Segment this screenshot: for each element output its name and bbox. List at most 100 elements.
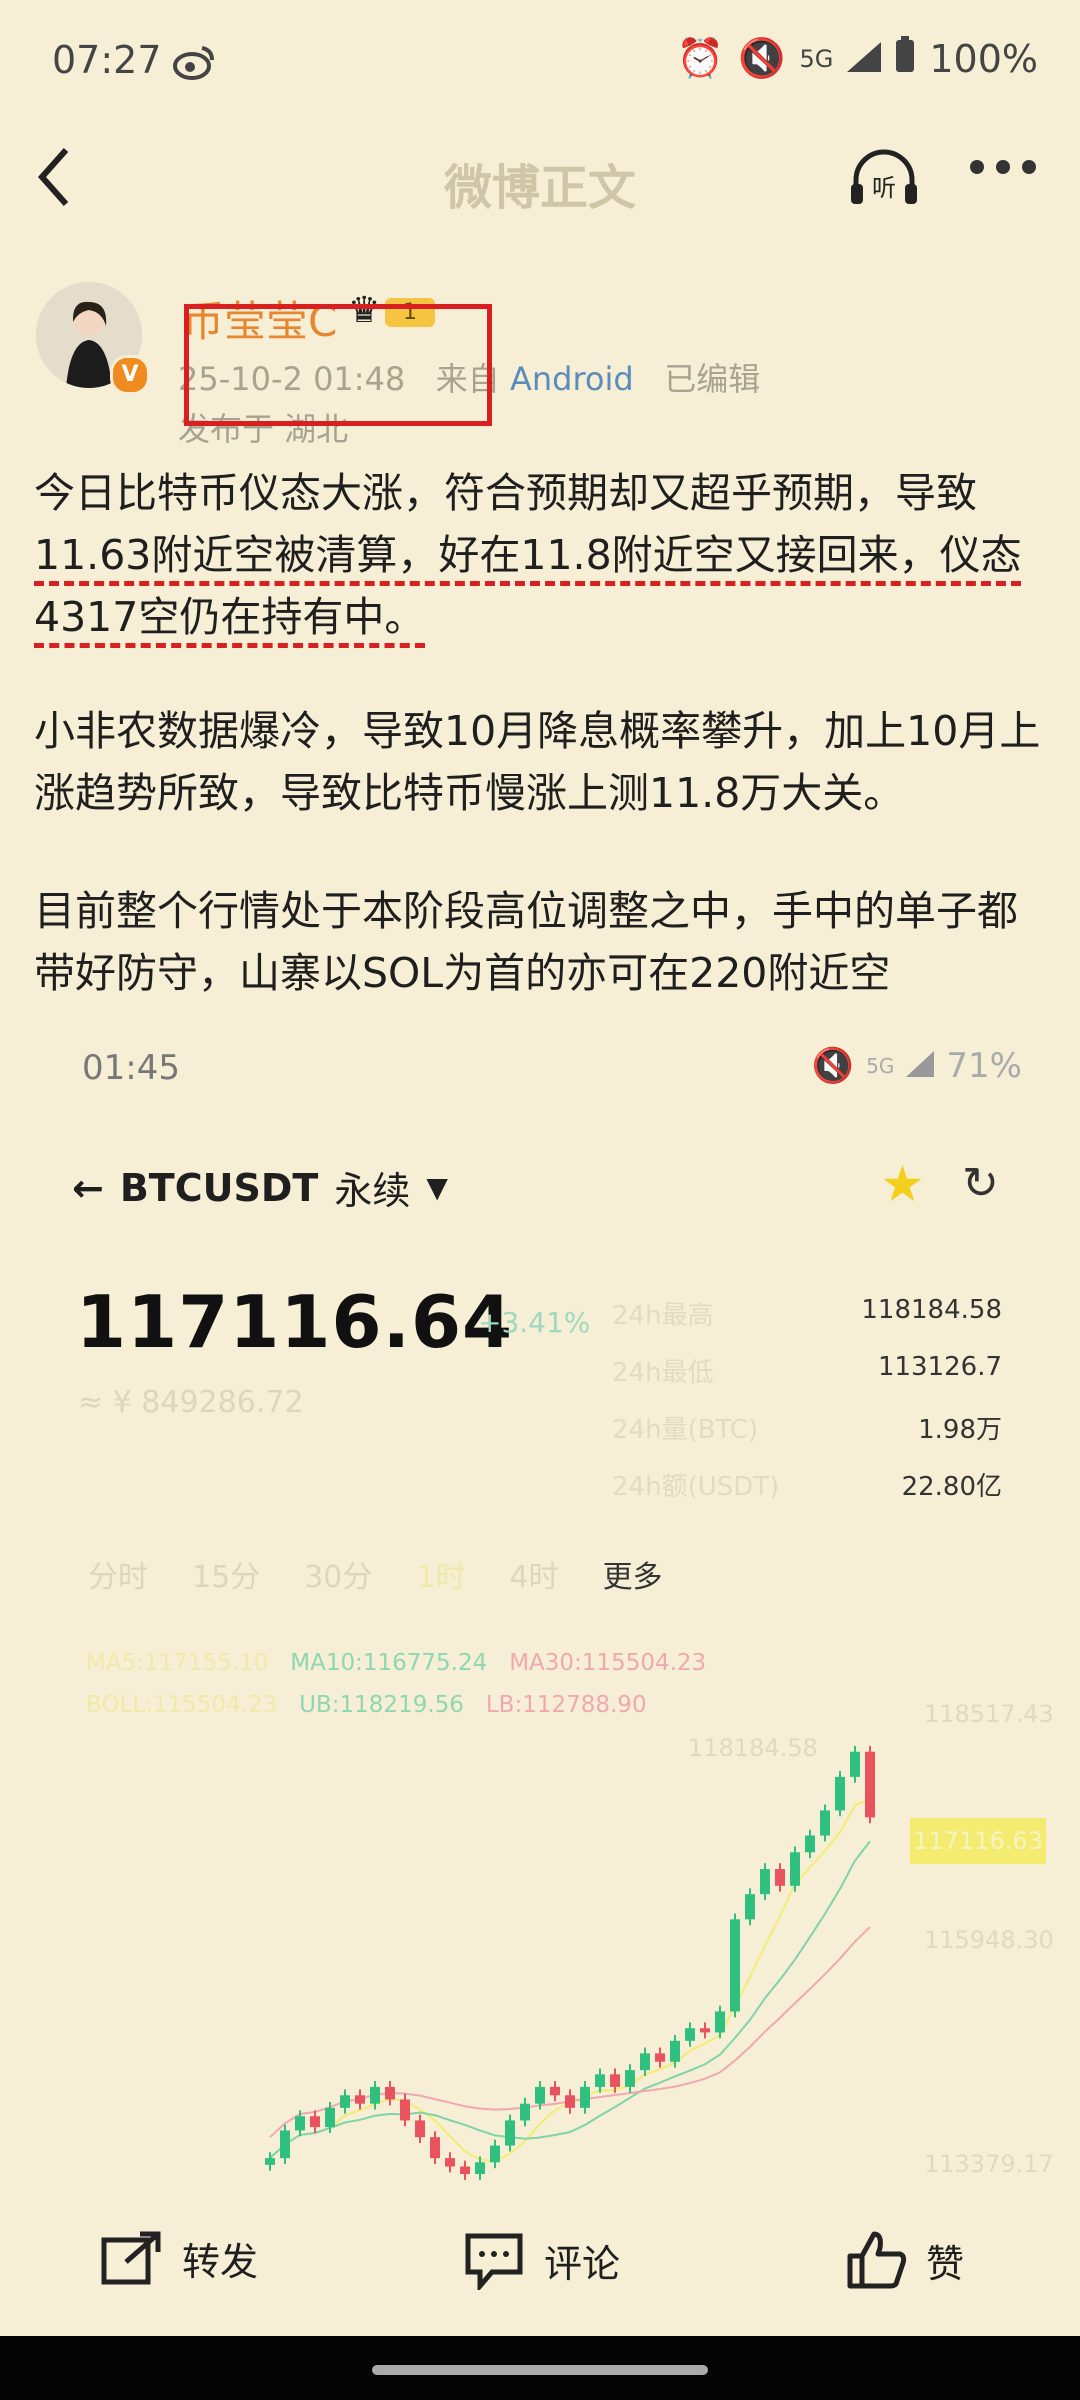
candle xyxy=(265,2158,275,2165)
embedded-status-icons: 🔇 5G 71% xyxy=(812,1046,1022,1086)
verified-badge: V xyxy=(110,355,150,395)
candle xyxy=(445,2158,455,2167)
embedded-status-time: 01:45 xyxy=(82,1048,180,1088)
candle xyxy=(730,1919,740,2012)
post-paragraph-3: 目前整个行情处于本阶段高位调整之中，手中的单子都带好防守，山寨以SOL为首的亦可… xyxy=(34,887,1018,997)
post-source[interactable]: Android xyxy=(510,360,634,398)
tab-4h: 4时 xyxy=(509,1560,559,1595)
candle xyxy=(745,1894,755,1920)
candle xyxy=(310,2116,320,2128)
candle xyxy=(295,2116,305,2131)
candle xyxy=(385,2086,395,2100)
embedded-battery-level: 71% xyxy=(946,1046,1022,1086)
candle xyxy=(565,2095,575,2108)
candle xyxy=(760,1869,770,1895)
tab-1h: 1时 xyxy=(416,1560,466,1595)
like-icon xyxy=(847,2231,907,2289)
candle xyxy=(505,2120,515,2146)
stat-row: 24h量(BTC) 1.98万 xyxy=(612,1415,1002,1445)
pair-header: ← BTCUSDT 永续 ▼ xyxy=(72,1160,448,1215)
candle xyxy=(820,1810,830,1836)
candle xyxy=(520,2103,530,2121)
pair-name: BTCUSDT xyxy=(119,1165,319,1210)
post-paragraph-2: 小非农数据爆冷，导致10月降息概率攀升，加上10月上涨趋势所致，导致比特币慢涨上… xyxy=(34,707,1041,817)
network-label: 5G xyxy=(799,44,834,73)
signal-icon xyxy=(847,37,882,81)
status-time: 07:27 xyxy=(52,38,162,82)
repost-icon xyxy=(101,2231,161,2285)
candle xyxy=(595,2074,605,2087)
pair-perp: 永续 xyxy=(334,1169,411,1213)
candle xyxy=(475,2162,485,2175)
comment-label: 评论 xyxy=(544,2241,621,2286)
edited-label[interactable]: 已编辑 xyxy=(664,360,760,398)
candle xyxy=(670,2040,680,2062)
candle xyxy=(805,1835,815,1853)
battery-level: 100% xyxy=(929,36,1038,81)
candle xyxy=(415,2120,425,2138)
market-stats: 24h最高 118184.58 24h最低 113126.7 24h量(BTC) 1.… xyxy=(612,1295,1002,1523)
candle xyxy=(460,2166,470,2175)
red-highlight-box xyxy=(184,304,492,426)
candle xyxy=(535,2086,545,2104)
candle xyxy=(655,2053,665,2062)
price-change: +3.41% xyxy=(478,1306,591,1339)
candle xyxy=(325,2107,335,2128)
post-line-1: 今日比特币仪态大涨，符合预期却又超乎预期，导致 xyxy=(34,469,977,517)
candle xyxy=(340,2095,350,2108)
candle xyxy=(865,1751,875,1818)
candle xyxy=(625,2070,635,2087)
post-line-3: 4317空仍在持有中。 xyxy=(34,593,426,641)
candlestick-chart xyxy=(265,1745,875,2180)
candle xyxy=(685,2028,695,2041)
more-button[interactable] xyxy=(970,160,1036,174)
embedded-signal-icon xyxy=(906,1046,935,1086)
last-price: 117116.64 xyxy=(76,1280,514,1364)
comment-button[interactable]: 评论 xyxy=(462,2230,620,2290)
refresh-icon: ↻ xyxy=(962,1158,999,1209)
candle xyxy=(430,2137,440,2159)
candle xyxy=(775,1869,785,1886)
candle xyxy=(715,2011,725,2033)
home-indicator[interactable] xyxy=(372,2365,708,2375)
back-arrow-icon: ← xyxy=(72,1165,104,1210)
candle xyxy=(700,2028,710,2033)
repost-button[interactable]: 转发 xyxy=(100,2230,258,2286)
post-line-2: 11.63附近空被清算，好在11.8附近空又接回来，仪态 xyxy=(34,531,1022,579)
interval-tabs: 分时 15分 30分 1时 4时 更多 xyxy=(88,1552,707,1596)
candle xyxy=(835,1776,845,1811)
tab-timeshare: 分时 xyxy=(88,1560,148,1595)
embedded-mute-icon: 🔇 xyxy=(811,1046,855,1086)
alarm-icon: ⏰ xyxy=(676,36,725,80)
mute-icon: 🔇 xyxy=(738,36,786,80)
weibo-notification-icon xyxy=(172,44,216,84)
tab-more: 更多 xyxy=(602,1560,663,1595)
candle xyxy=(355,2095,365,2104)
candle xyxy=(640,2053,650,2071)
embedded-network-label: 5G xyxy=(866,1054,895,1078)
candle xyxy=(550,2086,560,2096)
candle xyxy=(370,2086,380,2104)
price-cny: ≈ ¥ 849286.72 xyxy=(78,1385,304,1420)
battery-icon xyxy=(895,36,915,81)
listen-label: 听 xyxy=(872,174,896,202)
like-button[interactable]: 赞 xyxy=(846,2230,964,2290)
like-label: 赞 xyxy=(926,2241,965,2286)
listen-button[interactable]: 听 xyxy=(848,148,920,212)
candle xyxy=(850,1751,860,1777)
stat-row: 24h额(USDT) 22.80亿 xyxy=(612,1472,1002,1502)
dropdown-icon: ▼ xyxy=(426,1171,448,1204)
comment-icon xyxy=(465,2233,523,2290)
candle xyxy=(580,2086,590,2108)
candle xyxy=(400,2099,410,2121)
star-icon: ★ xyxy=(880,1155,925,1213)
repost-label: 转发 xyxy=(182,2239,259,2284)
tab-30m: 30分 xyxy=(304,1560,373,1595)
ma-legend: MA5:117155.10 MA10:116775.24 MA30:115504… xyxy=(86,1650,707,1676)
stat-row: 24h最低 113126.7 xyxy=(612,1352,1002,1388)
tab-15m: 15分 xyxy=(192,1560,261,1595)
post-paragraph-1: 今日比特币仪态大涨，符合预期却又超乎预期，导致 11.63附近空被清算，好在11… xyxy=(34,462,1054,648)
candle xyxy=(280,2130,290,2159)
candle xyxy=(790,1852,800,1886)
candle xyxy=(490,2145,500,2163)
